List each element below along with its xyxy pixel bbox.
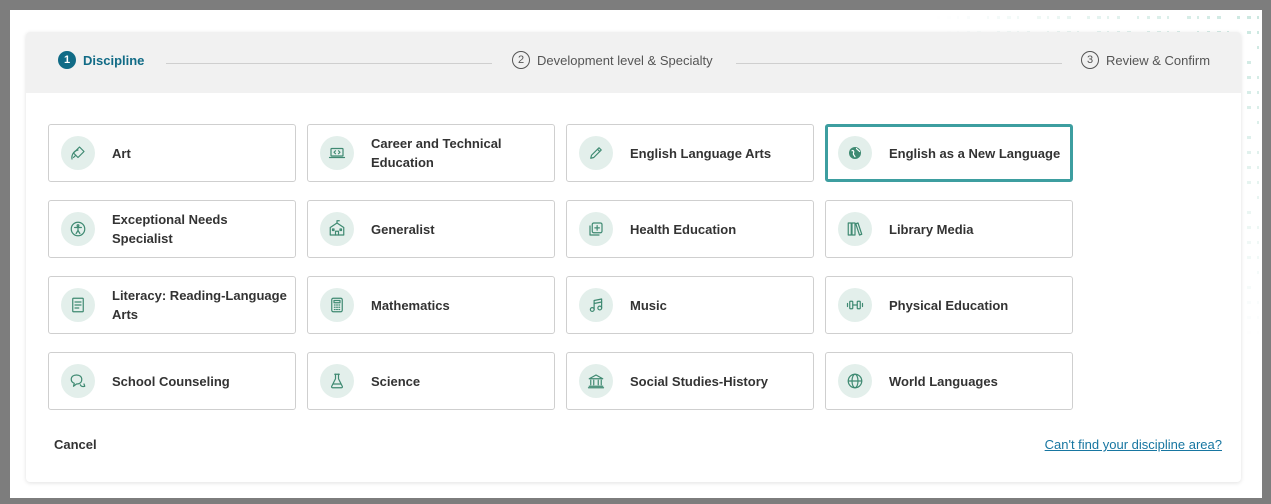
discipline-tile-label: Science xyxy=(371,373,421,389)
discipline-tile-label: English as a New Language xyxy=(889,145,1061,161)
discipline-tile-english-language-arts[interactable]: English Language Arts xyxy=(566,124,814,182)
discipline-tile-library-media[interactable]: Library Media xyxy=(825,200,1073,258)
discipline-tile-health-education[interactable]: Health Education xyxy=(566,200,814,258)
discipline-tile-music[interactable]: Music xyxy=(566,276,814,334)
discipline-tile-social-studies-history[interactable]: Social Studies-History xyxy=(566,352,814,410)
notebook-icon xyxy=(61,288,95,322)
world-icon xyxy=(838,364,872,398)
dumbbell-icon xyxy=(838,288,872,322)
discipline-tile-mathematics[interactable]: Mathematics xyxy=(307,276,555,334)
cancel-button[interactable]: Cancel xyxy=(54,437,97,452)
step-label: Discipline xyxy=(83,52,145,68)
palette-brush-icon xyxy=(61,136,95,170)
discipline-tile-world-languages[interactable]: World Languages xyxy=(825,352,1073,410)
music-note-icon xyxy=(579,288,613,322)
discipline-tile-exceptional-needs-specialist[interactable]: Exceptional Needs Specialist xyxy=(48,200,296,258)
stepper-connector xyxy=(166,63,492,64)
discipline-tile-label: Generalist xyxy=(371,221,435,237)
discipline-tile-art[interactable]: Art xyxy=(48,124,296,182)
school-building-icon xyxy=(320,212,354,246)
step-number: 2 xyxy=(512,51,530,69)
discipline-tile-science[interactable]: Science xyxy=(307,352,555,410)
discipline-tile-label: School Counseling xyxy=(112,373,230,389)
step-label: Development level & Specialty xyxy=(537,52,713,68)
modal-backdrop: 1 Discipline 2 Development level & Speci… xyxy=(10,10,1262,498)
cant-find-discipline-link[interactable]: Can't find your discipline area? xyxy=(1045,437,1222,452)
discipline-tile-label: Social Studies-History xyxy=(630,373,768,389)
discipline-tile-label: Music xyxy=(630,297,667,313)
calculator-icon xyxy=(320,288,354,322)
discipline-tile-generalist[interactable]: Generalist xyxy=(307,200,555,258)
discipline-tile-physical-education[interactable]: Physical Education xyxy=(825,276,1073,334)
discipline-tile-label: Career and Technical Education xyxy=(371,136,502,170)
step-development-level: 2 Development level & Specialty xyxy=(512,51,713,69)
progress-stepper: 1 Discipline 2 Development level & Speci… xyxy=(26,32,1241,93)
discipline-tile-label: English Language Arts xyxy=(630,145,772,161)
discipline-tile-school-counseling[interactable]: School Counseling xyxy=(48,352,296,410)
discipline-dialog: 1 Discipline 2 Development level & Speci… xyxy=(26,32,1241,482)
globe-icon xyxy=(838,136,872,170)
step-review-confirm: 3 Review & Confirm xyxy=(1081,51,1210,69)
discipline-tile-english-as-a-new-language[interactable]: English as a New Language xyxy=(825,124,1073,182)
discipline-tile-label: Mathematics xyxy=(371,297,450,313)
discipline-tile-career-and-technical-education[interactable]: Career and Technical Education xyxy=(307,124,555,182)
step-label: Review & Confirm xyxy=(1106,52,1211,68)
discipline-tile-label: Health Education xyxy=(630,221,737,237)
museum-icon xyxy=(579,364,613,398)
flask-icon xyxy=(320,364,354,398)
chat-bubbles-icon xyxy=(61,364,95,398)
discipline-tile-label: Library Media xyxy=(889,221,974,237)
accessibility-icon xyxy=(61,212,95,246)
step-discipline: 1 Discipline xyxy=(58,51,144,69)
stepper-connector xyxy=(736,63,1062,64)
discipline-tile-label: Art xyxy=(112,145,131,161)
pencil-icon xyxy=(579,136,613,170)
step-number: 1 xyxy=(58,51,76,69)
discipline-tile-literacy-reading-language-arts[interactable]: Literacy: Reading-Language Arts xyxy=(48,276,296,334)
discipline-tile-label: World Languages xyxy=(889,373,998,389)
discipline-tile-label: Physical Education xyxy=(889,297,1009,313)
discipline-tile-label: Exceptional Needs Specialist xyxy=(112,212,228,246)
step-number: 3 xyxy=(1081,51,1099,69)
laptop-code-icon xyxy=(320,136,354,170)
discipline-tile-label: Literacy: Reading-Language Arts xyxy=(112,288,287,322)
health-plus-icon xyxy=(579,212,613,246)
books-icon xyxy=(838,212,872,246)
